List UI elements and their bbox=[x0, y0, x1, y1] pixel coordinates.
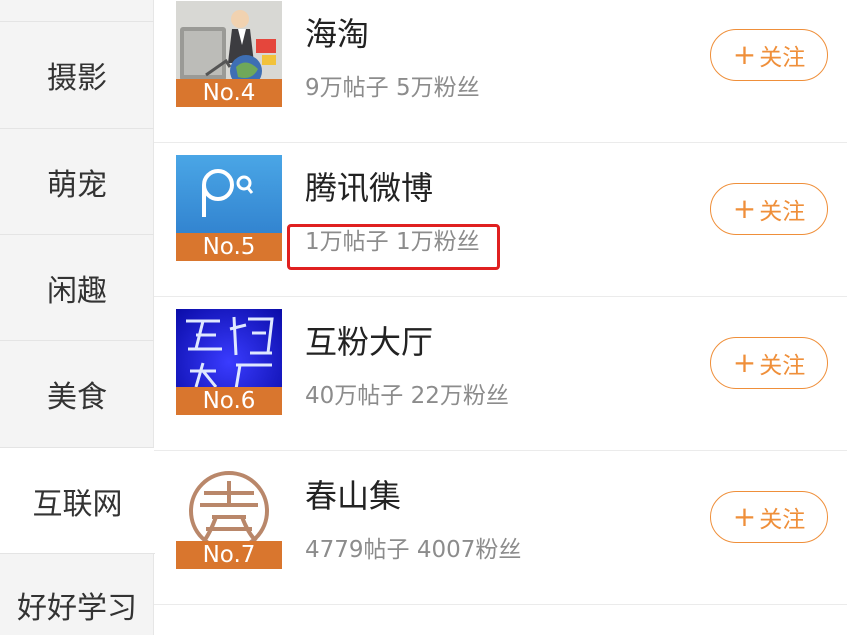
list-item[interactable]: No.7 春山集 4779帖子 4007粉丝 + 关注 bbox=[154, 451, 847, 605]
sidebar-item-label: 萌宠 bbox=[47, 167, 107, 203]
forum-list: No.4 海淘 9万帖子 5万粉丝 + 关注 No.5 腾讯微博 1万帖子 1万… bbox=[154, 0, 847, 635]
rank-badge: No.7 bbox=[176, 541, 282, 569]
sidebar-item-food[interactable]: 美食 bbox=[0, 341, 154, 448]
forum-stats: 40万帖子 22万粉丝 bbox=[305, 383, 509, 409]
plus-icon: + bbox=[732, 192, 757, 225]
forum-name[interactable]: 腾讯微博 bbox=[305, 163, 433, 209]
follow-button[interactable]: + 关注 bbox=[710, 29, 828, 81]
rank-badge: No.6 bbox=[176, 387, 282, 415]
rank-badge: No.5 bbox=[176, 233, 282, 261]
sidebar-item-study[interactable]: 好好学习 bbox=[0, 554, 154, 635]
forum-name[interactable]: 春山集 bbox=[305, 471, 401, 517]
follow-label: 关注 bbox=[759, 199, 806, 225]
sidebar-item-label: 美食 bbox=[47, 380, 107, 415]
highlight-box bbox=[287, 224, 500, 270]
follow-button[interactable]: + 关注 bbox=[710, 491, 828, 543]
plus-icon: + bbox=[732, 500, 757, 533]
sidebar-item-label: 摄影 bbox=[47, 61, 107, 96]
follow-label: 关注 bbox=[759, 353, 806, 379]
forum-stats: 9万帖子 5万粉丝 bbox=[305, 75, 480, 101]
follow-label: 关注 bbox=[759, 507, 806, 533]
sidebar-item-label: 闲趣 bbox=[47, 273, 107, 309]
forum-avatar: No.7 bbox=[176, 463, 282, 569]
sidebar-item-label: 好好学习 bbox=[17, 590, 137, 626]
list-item[interactable]: No.5 腾讯微博 1万帖子 1万粉丝 + 关注 bbox=[154, 143, 847, 297]
list-item[interactable]: No.4 海淘 9万帖子 5万粉丝 + 关注 bbox=[154, 0, 847, 143]
sidebar-item-photography[interactable]: 摄影 bbox=[0, 22, 154, 129]
follow-button[interactable]: + 关注 bbox=[710, 337, 828, 389]
follow-button[interactable]: + 关注 bbox=[710, 183, 828, 235]
rank-badge: No.4 bbox=[176, 79, 282, 107]
forum-name[interactable]: 海淘 bbox=[305, 9, 369, 55]
sidebar-item-previous[interactable] bbox=[0, 0, 154, 22]
forum-avatar: No.6 bbox=[176, 309, 282, 415]
forum-avatar: No.4 bbox=[176, 1, 282, 107]
follow-label: 关注 bbox=[759, 45, 806, 71]
sidebar-item-internet[interactable]: 互联网 bbox=[0, 448, 155, 554]
sidebar-item-label: 互联网 bbox=[32, 486, 123, 522]
plus-icon: + bbox=[732, 38, 757, 71]
sidebar-item-pets[interactable]: 萌宠 bbox=[0, 129, 154, 235]
plus-icon: + bbox=[732, 346, 757, 379]
sidebar-item-leisure[interactable]: 闲趣 bbox=[0, 235, 154, 341]
list-item[interactable]: No.6 互粉大厅 40万帖子 22万粉丝 + 关注 bbox=[154, 297, 847, 451]
category-sidebar: 摄影 萌宠 闲趣 美食 互联网 好好学习 bbox=[0, 0, 155, 635]
forum-stats: 4779帖子 4007粉丝 bbox=[305, 537, 522, 563]
forum-avatar: No.5 bbox=[176, 155, 282, 261]
forum-name[interactable]: 互粉大厅 bbox=[305, 317, 433, 363]
